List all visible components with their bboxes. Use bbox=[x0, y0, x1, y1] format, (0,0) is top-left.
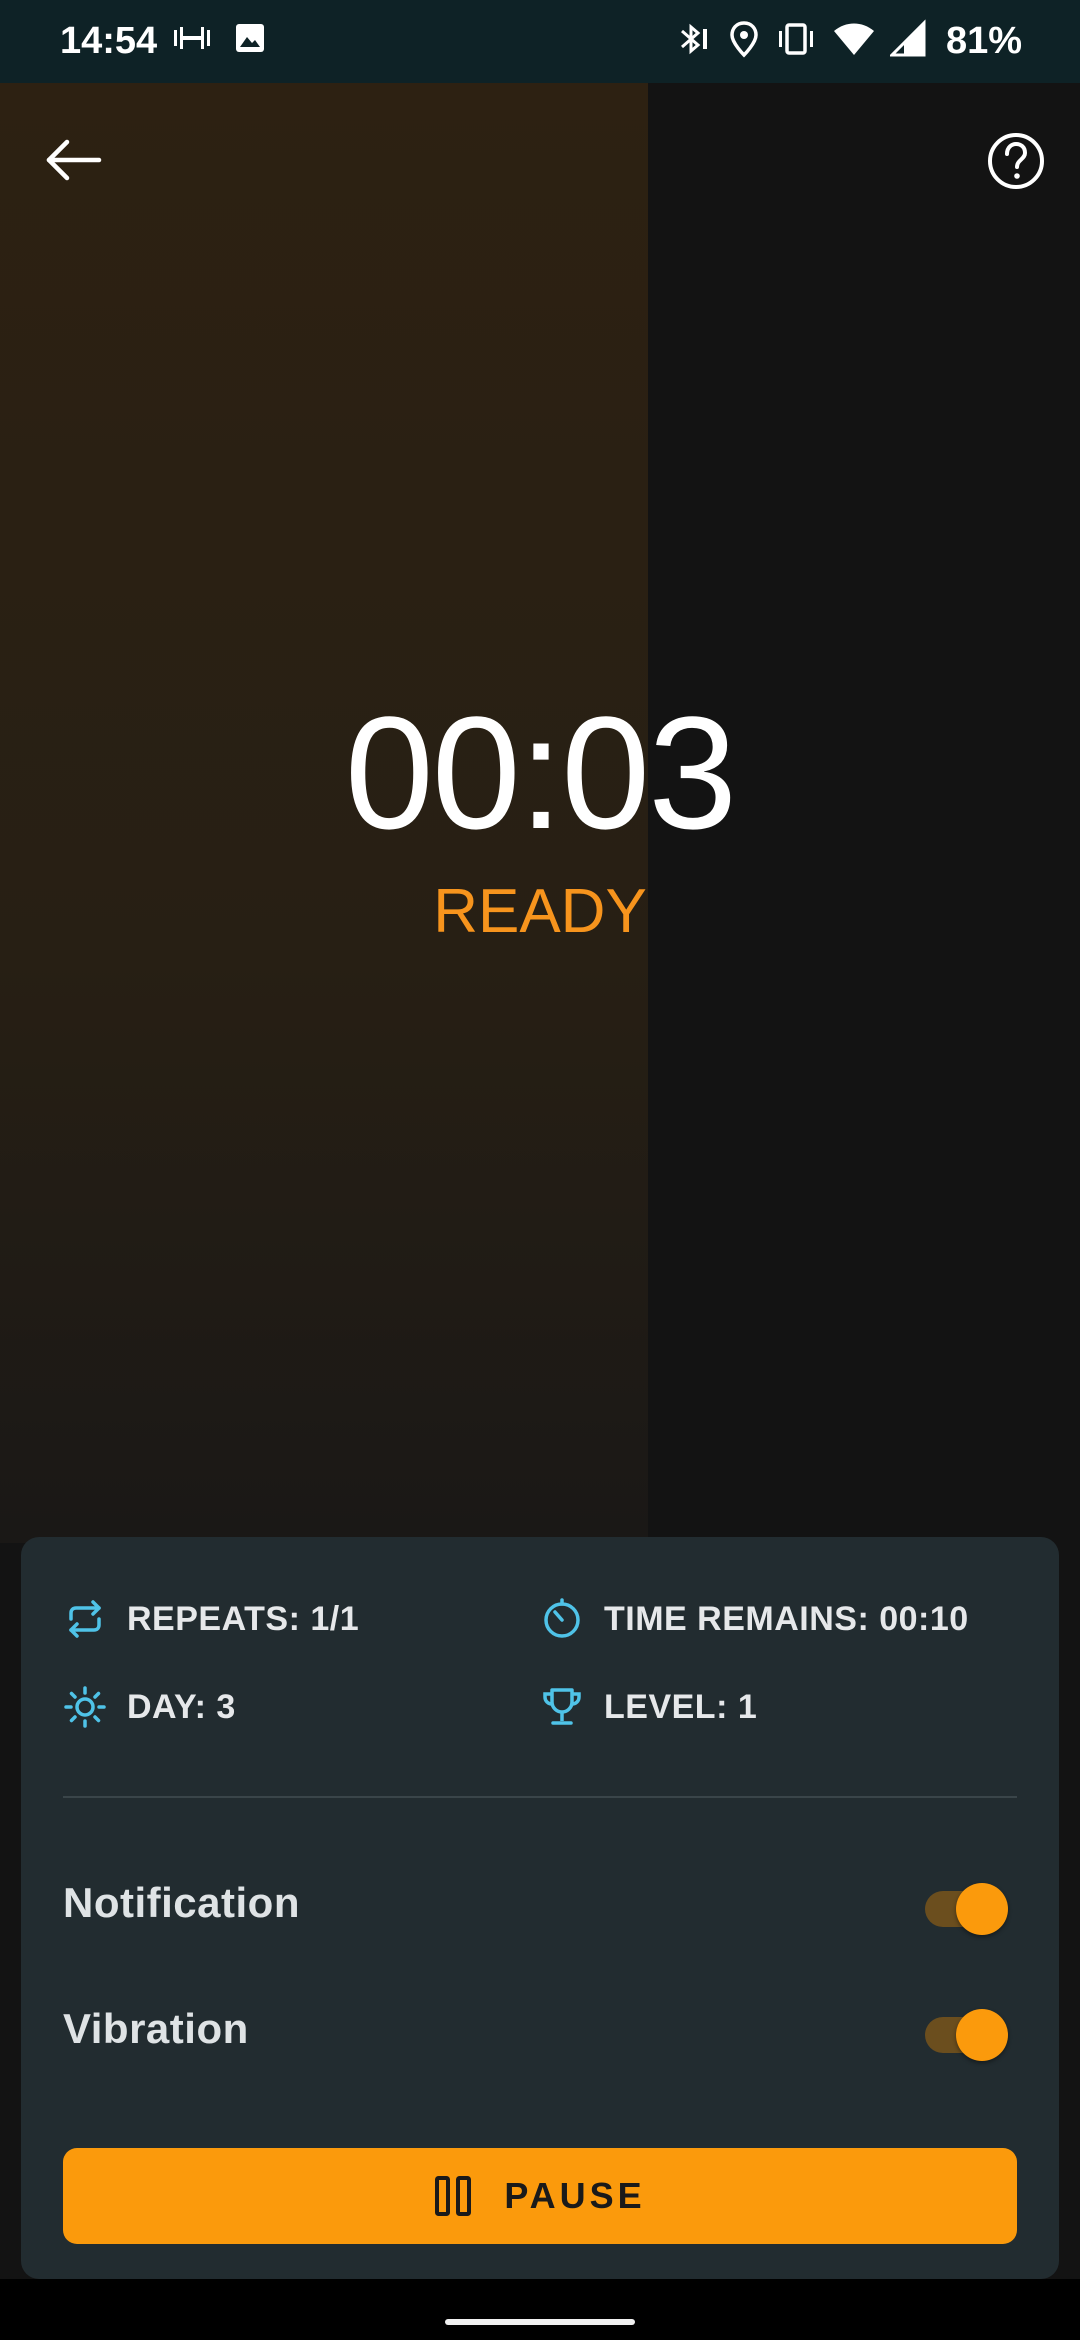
stat-day: DAY: 3 bbox=[63, 1685, 236, 1729]
timer-state: READY bbox=[433, 877, 647, 946]
stat-repeats: REPEATS: 1/1 bbox=[63, 1597, 359, 1641]
back-button[interactable] bbox=[38, 125, 108, 195]
pause-label: PAUSE bbox=[504, 2175, 646, 2216]
timer-value: 00:03 bbox=[344, 683, 737, 862]
help-icon bbox=[988, 133, 1044, 189]
status-right-icons: 81% bbox=[674, 18, 1022, 64]
day-text: DAY: 3 bbox=[127, 1687, 236, 1726]
time-remains-text: TIME REMAINS: 00:10 bbox=[604, 1599, 969, 1638]
status-left-icons bbox=[172, 22, 266, 59]
timer-area: 00:03 READY bbox=[0, 83, 1080, 1543]
session-card: REPEATS: 1/1 TIME REMAINS: 00:10 DAY: 3 … bbox=[21, 1537, 1059, 2279]
wifi-icon bbox=[832, 19, 876, 64]
vibrate-icon bbox=[774, 19, 818, 64]
home-gesture-handle[interactable] bbox=[445, 2319, 635, 2325]
toggle-thumb bbox=[956, 1883, 1008, 1935]
notification-toggle[interactable] bbox=[919, 1873, 1009, 1935]
card-divider bbox=[63, 1796, 1017, 1798]
repeat-icon bbox=[63, 1597, 107, 1641]
vibration-label: Vibration bbox=[63, 2005, 249, 2052]
pause-button[interactable]: PAUSE bbox=[63, 2148, 1017, 2244]
stat-time-remains: TIME REMAINS: 00:10 bbox=[540, 1597, 969, 1641]
level-text: LEVEL: 1 bbox=[604, 1687, 758, 1726]
notification-label: Notification bbox=[63, 1879, 300, 1926]
status-time: 14:54 bbox=[60, 20, 158, 62]
timer-icon bbox=[540, 1597, 584, 1641]
battery-level: 81% bbox=[945, 20, 1022, 62]
image-icon bbox=[234, 22, 266, 59]
repeats-text: REPEATS: 1/1 bbox=[127, 1599, 360, 1638]
notification-row: Notification bbox=[63, 1863, 1017, 1943]
vibration-row: Vibration bbox=[63, 1989, 1017, 2069]
toggle-thumb bbox=[956, 2009, 1008, 2061]
stat-level: LEVEL: 1 bbox=[540, 1685, 757, 1729]
arrow-left-icon bbox=[46, 139, 102, 181]
bluetooth-icon bbox=[674, 19, 714, 64]
pause-icon bbox=[435, 2176, 472, 2216]
vibration-toggle[interactable] bbox=[919, 1999, 1009, 2061]
trophy-icon bbox=[540, 1685, 584, 1729]
navigation-bar bbox=[0, 2279, 1080, 2340]
sun-icon bbox=[63, 1685, 107, 1729]
signal-icon bbox=[888, 18, 928, 64]
location-icon bbox=[728, 19, 760, 64]
help-button[interactable] bbox=[980, 125, 1052, 197]
dumbbell-icon bbox=[172, 23, 212, 58]
status-bar: 14:54 81% bbox=[0, 0, 1080, 83]
